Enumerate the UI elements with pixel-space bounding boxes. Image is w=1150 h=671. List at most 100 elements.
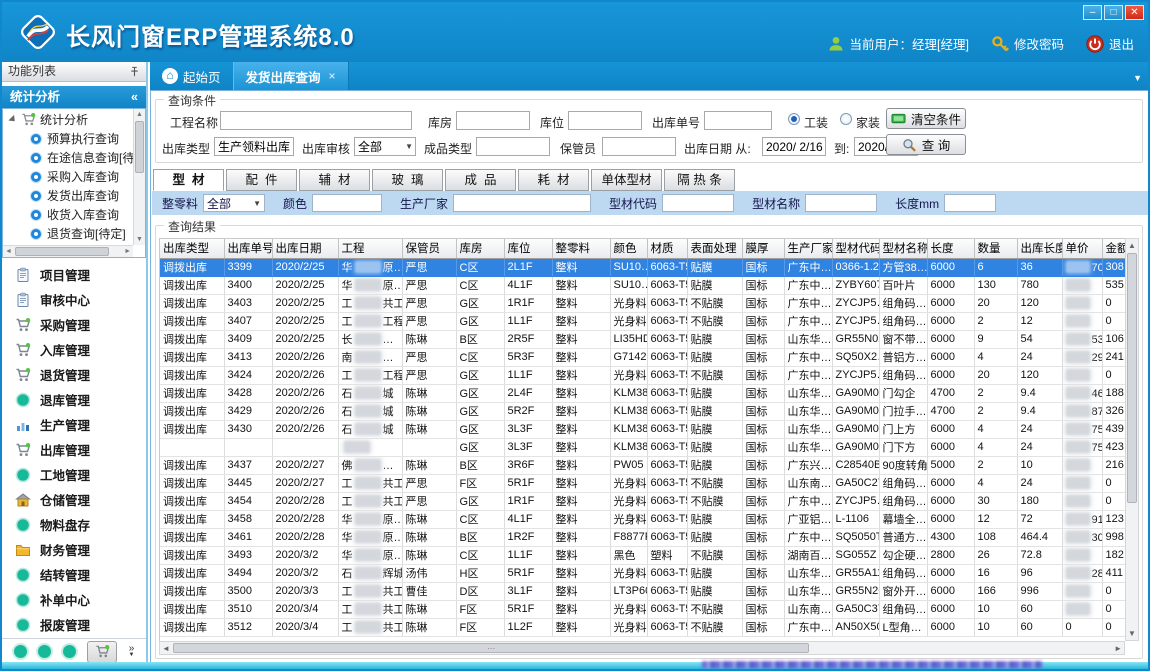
out-type-select[interactable]: 生产领料出库 ▼ (214, 137, 294, 156)
sidebar-item[interactable]: 项目管理 (2, 262, 146, 287)
table-row[interactable]: 调拨出库34032020/2/25工共工程严思G区1R1F整料光身料6063-T… (160, 294, 1125, 312)
scrollbar-thumb[interactable] (1127, 253, 1137, 503)
sidebar-section-header[interactable]: 统计分析 « (2, 86, 146, 108)
tree-item[interactable]: 发货出库查询 (3, 186, 145, 205)
close-tab-icon[interactable]: × (329, 69, 336, 83)
column-header[interactable]: 长度 (927, 239, 974, 258)
whole-select[interactable]: 全部 ▼ (203, 194, 265, 212)
tree-item[interactable]: 预算执行查询 (3, 129, 145, 148)
maximize-button[interactable]: □ (1104, 5, 1123, 20)
jiazhuang-radio[interactable] (840, 113, 852, 125)
scrollbar-thumb[interactable] (135, 121, 144, 173)
table-row[interactable]: 调拨出库34092020/2/25长…陈琳B区2R5F整料LI35HD6063-… (160, 330, 1125, 348)
module-dot-icon[interactable] (38, 645, 51, 658)
table-row[interactable]: 调拨出库34612020/2/28华原…陈琳B区1R2F整料F8877FT606… (160, 528, 1125, 546)
material-tab[interactable]: 单体型材 (591, 169, 662, 191)
table-row[interactable]: 调拨出库34072020/2/25工工程严思G区1L1F整料光身料6063-T5… (160, 312, 1125, 330)
module-dot-icon[interactable] (14, 645, 27, 658)
tab-shipping-query[interactable]: 发货出库查询 × (233, 62, 349, 90)
sidebar-item[interactable]: 出库管理 (2, 437, 146, 462)
table-row[interactable]: 调拨出库34942020/3/2石辉城汤伟H区5R1F整料光身料6063-T5贴… (160, 564, 1125, 582)
table-row[interactable]: 调拨出库34372020/2/27佛…陈琳B区3R6F整料PW056063-T5… (160, 456, 1125, 474)
column-header[interactable]: 生产厂家 (784, 239, 832, 258)
column-header[interactable]: 型材代码 (832, 239, 879, 258)
code-input[interactable] (662, 194, 734, 212)
sidebar-item[interactable]: 补单中心 (2, 587, 146, 612)
material-tab[interactable]: 耗 材 (518, 169, 589, 191)
table-row[interactable]: 调拨出库34452020/2/27工共工程严思F区5R1F整料光身料6063-T… (160, 474, 1125, 492)
scroll-right-icon[interactable]: ► (124, 248, 131, 255)
column-header[interactable]: 库房 (456, 239, 504, 258)
jiazhuang-radio-label[interactable]: 家装 (856, 114, 880, 131)
sidebar-item[interactable]: 工地管理 (2, 462, 146, 487)
table-row[interactable]: 调拨出库34292020/2/26石城陈琳G区5R2F整料KLM38176063… (160, 402, 1125, 420)
sidebar-item[interactable]: 退库管理 (2, 387, 146, 412)
tab-list-dropdown-icon[interactable]: ▼ (1133, 73, 1142, 83)
scrollbar-thumb[interactable] (15, 247, 109, 256)
column-header[interactable]: 表面处理 (687, 239, 742, 258)
material-tab[interactable]: 型 材 (153, 169, 224, 191)
material-tab[interactable]: 隔 热 条 (664, 169, 735, 191)
sidebar-item[interactable]: 入库管理 (2, 337, 146, 362)
scroll-up-icon[interactable]: ▲ (1126, 241, 1138, 250)
audit-select[interactable]: 全部 ▼ (354, 137, 416, 156)
column-header[interactable]: 数量 (974, 239, 1017, 258)
maker-input[interactable] (453, 194, 591, 212)
scroll-up-icon[interactable]: ▲ (134, 111, 145, 118)
logout-button[interactable]: 退出 (1086, 34, 1134, 53)
tree-horizontal-scrollbar[interactable]: ◄ ► (3, 245, 133, 257)
table-row[interactable]: 调拨出库34242020/2/26工工程严思G区1L1F整料光身料6063-T5… (160, 366, 1125, 384)
tab-home[interactable]: ⌂ 起始页 (150, 62, 233, 90)
tree-item[interactable]: 在途信息查询[待 (3, 148, 145, 167)
gongzhuang-radio-label[interactable]: 工装 (804, 114, 828, 131)
location-input[interactable] (568, 111, 642, 130)
name-input[interactable] (805, 194, 877, 212)
column-header[interactable]: 颜色 (610, 239, 647, 258)
scroll-left-icon[interactable]: ◄ (162, 644, 170, 653)
scroll-down-icon[interactable]: ▼ (1126, 629, 1138, 638)
column-header[interactable]: 材质 (647, 239, 687, 258)
column-header[interactable]: 出库长度 (1017, 239, 1062, 258)
column-header[interactable]: 单价 (1062, 239, 1102, 258)
sidebar-item[interactable]: 结转管理 (2, 562, 146, 587)
table-row[interactable]: 调拨出库34282020/2/26石城陈琳G区2L4F整料KLM38176063… (160, 384, 1125, 402)
tree-vertical-scrollbar[interactable]: ▲ ▼ (133, 109, 145, 245)
column-header[interactable]: 金额 (1102, 239, 1125, 258)
table-row[interactable]: 调拨出库34002020/2/25华原…严思C区4L1F整料SU10…6063-… (160, 276, 1125, 294)
sidebar-item[interactable]: 生产管理 (2, 412, 146, 437)
gongzhuang-radio[interactable] (788, 113, 800, 125)
more-modules-button[interactable]: » ▼ (129, 645, 135, 659)
column-header[interactable]: 出库单号 (224, 239, 272, 258)
tree-item[interactable]: 收货入库查询 (3, 205, 145, 224)
tree-item[interactable]: 退货查询[待定] (3, 224, 145, 243)
column-header[interactable]: 型材名称 (879, 239, 927, 258)
sidebar-item[interactable]: 财务管理 (2, 537, 146, 562)
scrollbar-thumb[interactable]: ⋯ (173, 643, 809, 653)
product-type-input[interactable] (476, 137, 550, 156)
clear-conditions-button[interactable]: 清空条件 (886, 108, 966, 129)
search-button[interactable]: 查 询 (886, 134, 966, 155)
material-tab[interactable]: 辅 材 (299, 169, 370, 191)
column-header[interactable]: 工程 (338, 239, 402, 258)
table-row[interactable]: 调拨出库34542020/2/28工共工程严思G区1R1F整料光身料6063-T… (160, 492, 1125, 510)
table-row[interactable]: 调拨出库34302020/2/26石城陈琳G区3L3F整料KLM38176063… (160, 420, 1125, 438)
material-tab[interactable]: 配 件 (226, 169, 297, 191)
sidebar-item[interactable]: 报废管理 (2, 612, 146, 636)
minimize-button[interactable]: – (1083, 5, 1102, 20)
table-row[interactable]: 调拨出库34932020/3/2华原…陈琳C区1L1F整料黑色塑料不贴膜国标湖南… (160, 546, 1125, 564)
keeper-input[interactable] (602, 137, 676, 156)
table-row[interactable]: 调拨出库34582020/2/28华原…陈琳C区4L1F整料光身料6063-T5… (160, 510, 1125, 528)
table-row[interactable]: G区3L3F整料KLM38176063-T5贴膜国标山东华…GA90M09…门下… (160, 438, 1125, 456)
change-password-button[interactable]: 修改密码 (991, 34, 1064, 53)
table-vertical-scrollbar[interactable]: ▲ ▼ (1125, 238, 1139, 641)
color-input[interactable] (312, 194, 382, 212)
column-header[interactable]: 出库类型 (160, 239, 224, 258)
sidebar-item[interactable]: 审核中心 (2, 287, 146, 312)
pin-icon[interactable] (129, 66, 140, 77)
material-tab[interactable]: 玻 璃 (372, 169, 443, 191)
table-row[interactable]: 调拨出库35002020/3/3工共工程曹佳D区3L1F整料LT3P606063… (160, 582, 1125, 600)
table-row[interactable]: 调拨出库33992020/2/25华原…严思C区2L1F整料SU10…6063-… (160, 258, 1125, 276)
sidebar-item[interactable]: 采购管理 (2, 312, 146, 337)
tree-item[interactable]: 采购入库查询 (3, 167, 145, 186)
tree-expander-icon[interactable] (8, 114, 17, 123)
